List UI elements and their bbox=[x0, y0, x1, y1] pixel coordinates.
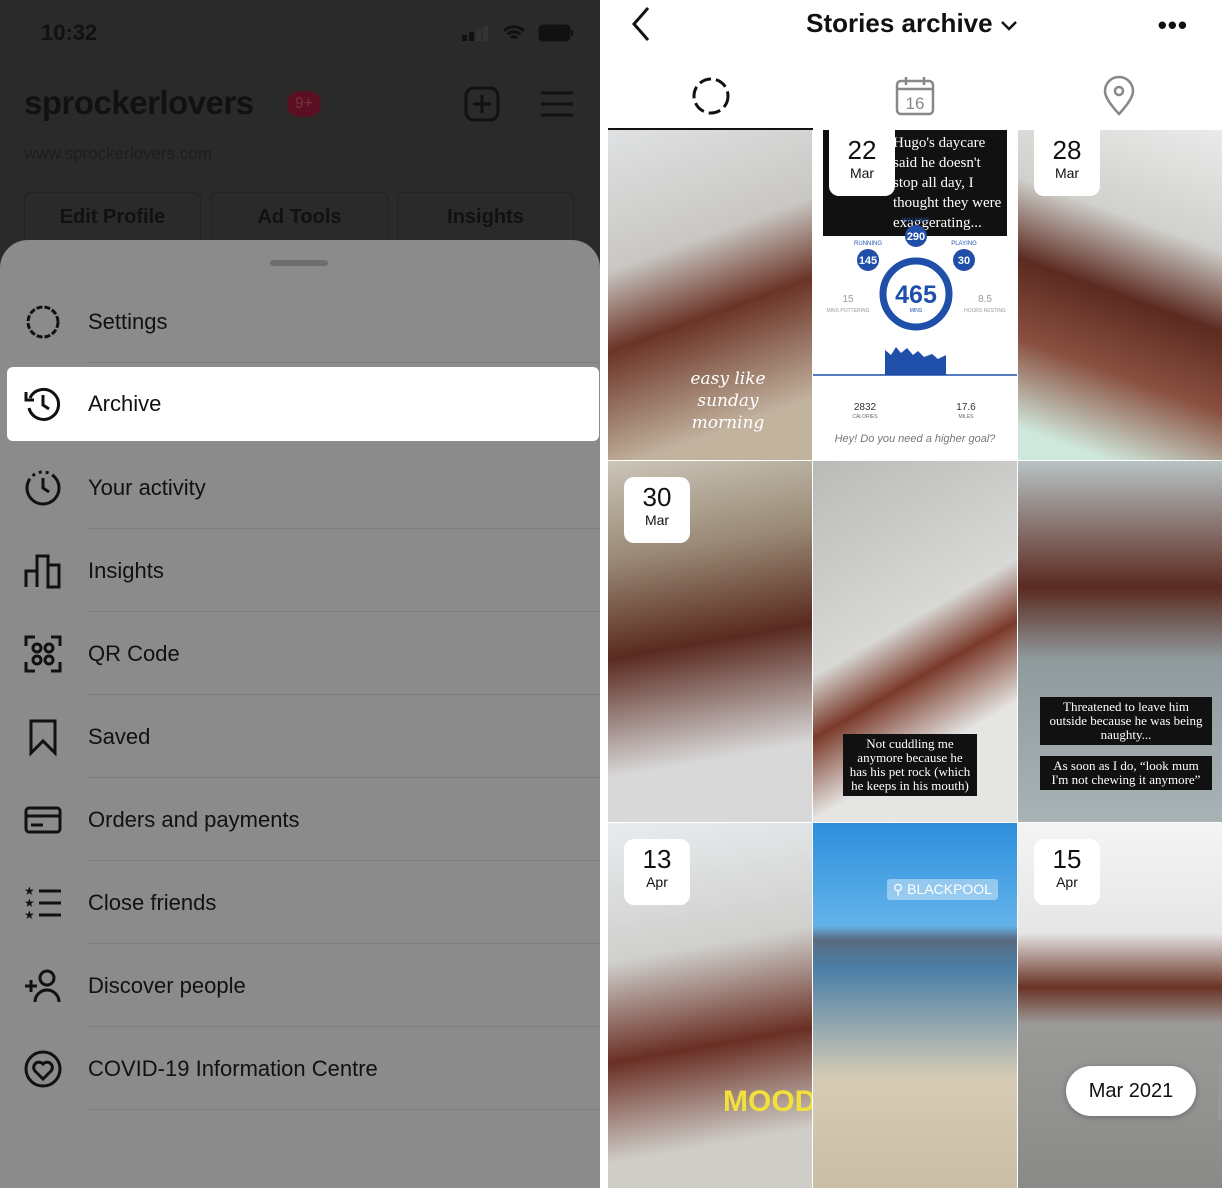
menu-item-orders-and-payments[interactable]: Orders and payments bbox=[0, 778, 600, 861]
svg-text:PLAYING: PLAYING bbox=[951, 241, 977, 247]
card-icon bbox=[24, 806, 62, 833]
svg-text:MINS: MINS bbox=[910, 308, 923, 314]
mood-sticker: MOOD bbox=[723, 1085, 812, 1118]
story-date: 15 Apr bbox=[1034, 839, 1100, 905]
svg-text:16: 16 bbox=[905, 94, 924, 113]
menu-item-qr-code[interactable]: QR Code bbox=[0, 612, 600, 695]
svg-text:MINS POTTERING: MINS POTTERING bbox=[826, 308, 869, 314]
story-thumbnail[interactable]: 13 Apr MOOD bbox=[608, 823, 812, 1188]
profile-username[interactable]: sprockerlovers bbox=[24, 84, 254, 122]
menu-screen: 10:32 sprockerlovers 9+ www.sprockerlove… bbox=[0, 0, 600, 1188]
svg-text:465: 465 bbox=[895, 281, 937, 309]
archive-icon bbox=[24, 387, 61, 421]
svg-text:15: 15 bbox=[842, 294, 854, 305]
svg-text:HOURS RESTING: HOURS RESTING bbox=[964, 308, 1006, 314]
gear-icon bbox=[26, 305, 60, 338]
svg-text:145: 145 bbox=[859, 255, 877, 267]
menu-item-covid-info[interactable]: COVID-19 Information Centre bbox=[0, 1027, 600, 1110]
battery-icon bbox=[538, 24, 573, 42]
profile-website[interactable]: www.sprockerlovers.com bbox=[24, 144, 212, 164]
story-date: 22 Mar bbox=[829, 130, 895, 196]
more-options-icon[interactable]: ••• bbox=[1158, 10, 1188, 41]
story-date: 13 Apr bbox=[624, 839, 690, 905]
story-thumbnail[interactable]: 15 Apr bbox=[1018, 823, 1222, 1188]
close-friends-icon: ★★★ bbox=[24, 884, 61, 922]
menu-item-discover-people[interactable]: Discover people bbox=[0, 944, 600, 1027]
insights-icon bbox=[24, 554, 61, 588]
story-thumbnail[interactable]: Hugo's daycare said he doesn't stop all … bbox=[813, 130, 1017, 460]
svg-text:17.6: 17.6 bbox=[956, 402, 976, 413]
menu-sheet: Settings Archive Your activity Insights … bbox=[0, 240, 600, 1188]
svg-text:WALKING: WALKING bbox=[902, 218, 930, 224]
menu-item-close-friends[interactable]: ★ ★ ★ Close friends bbox=[0, 861, 600, 944]
story-date: 30 Mar bbox=[624, 477, 690, 543]
story-date: 28 Mar bbox=[1034, 130, 1100, 196]
story-thumbnail[interactable]: easy like sunday morning bbox=[608, 130, 812, 460]
sheet-drag-handle[interactable] bbox=[270, 260, 328, 266]
story-thumbnail[interactable]: 30 Mar bbox=[608, 461, 812, 822]
notification-badge: 9+ bbox=[287, 91, 321, 117]
svg-text:MILES: MILES bbox=[958, 414, 974, 420]
story-thumbnail[interactable]: 28 Mar bbox=[1018, 130, 1222, 460]
svg-text:290: 290 bbox=[907, 231, 925, 243]
add-person-icon bbox=[25, 969, 61, 1002]
svg-text:2832: 2832 bbox=[854, 402, 877, 413]
tab-location[interactable] bbox=[1016, 74, 1221, 130]
activity-stats-graphic: WALKING 290 RUNNING 145 PLAYING 30 465 M… bbox=[813, 218, 1017, 445]
svg-text:30: 30 bbox=[958, 255, 970, 267]
stories-archive-screen: Stories archive ••• 16 easy like sunday … bbox=[600, 0, 1224, 1188]
svg-text:★: ★ bbox=[24, 908, 35, 922]
hamburger-menu-icon[interactable] bbox=[540, 86, 574, 122]
new-post-icon[interactable] bbox=[464, 86, 500, 122]
chevron-down-icon bbox=[1000, 21, 1017, 31]
location-icon bbox=[1103, 75, 1134, 116]
svg-text:Hey! Do you need a higher goal: Hey! Do you need a higher goal? bbox=[835, 433, 997, 445]
stories-circle-icon bbox=[692, 77, 729, 115]
menu-item-archive[interactable]: Archive bbox=[7, 367, 599, 441]
scrollbar[interactable] bbox=[1218, 1062, 1222, 1120]
menu-item-saved[interactable]: Saved bbox=[0, 695, 600, 778]
menu-item-insights[interactable]: Insights bbox=[0, 529, 600, 612]
story-thumbnail[interactable]: ⚲ BLACKPOOL bbox=[813, 823, 1017, 1188]
story-thumbnail[interactable]: Not cuddling me anymore because he has h… bbox=[813, 461, 1017, 822]
covid-info-icon bbox=[24, 1050, 62, 1087]
status-time: 10:32 bbox=[41, 20, 98, 45]
month-indicator: Mar 2021 bbox=[1066, 1066, 1196, 1116]
bookmark-icon bbox=[29, 719, 57, 757]
story-thumbnail[interactable]: Threatened to leave him outside because … bbox=[1018, 461, 1222, 822]
tab-stories[interactable] bbox=[608, 74, 813, 130]
signal-icon bbox=[462, 26, 488, 41]
svg-text:8.5: 8.5 bbox=[978, 294, 992, 305]
menu-item-your-activity[interactable]: Your activity bbox=[0, 446, 600, 529]
svg-text:RUNNING: RUNNING bbox=[854, 241, 882, 247]
status-icons bbox=[462, 24, 574, 42]
activity-icon bbox=[25, 470, 61, 505]
archive-type-dropdown[interactable]: Stories archive bbox=[600, 8, 1224, 39]
qr-code-icon bbox=[24, 635, 62, 672]
svg-text:CALORIES: CALORIES bbox=[852, 414, 878, 420]
tab-calendar[interactable]: 16 bbox=[812, 74, 1017, 130]
location-sticker: ⚲ BLACKPOOL bbox=[887, 879, 998, 900]
wifi-icon bbox=[502, 25, 526, 40]
calendar-icon: 16 bbox=[895, 77, 934, 116]
menu-item-settings[interactable]: Settings bbox=[0, 280, 600, 363]
